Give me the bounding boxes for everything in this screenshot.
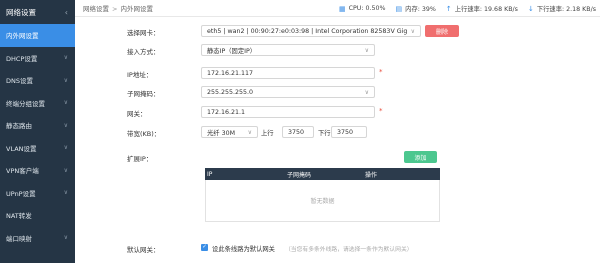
chevron-down-icon: ∨ (63, 76, 68, 84)
downstream-label: 下行 (318, 130, 331, 137)
extended-ip-table-body: 暂无数据 (205, 180, 440, 222)
download-arrow-icon: ↓ (527, 4, 534, 13)
downstream-input[interactable]: 3750 (331, 126, 367, 138)
sidebar-item-label: VPN客户端 (6, 167, 39, 176)
sidebar-title: 网络设置 (6, 7, 36, 17)
sidebar: 网络设置 ‹ 内外网设置 DHCP设置 ∨ DNS设置 ∨ 终端分组设置 ∨ 静… (0, 0, 75, 263)
cpu-icon: ▦ (338, 4, 346, 13)
gateway-input[interactable]: 172.16.21.1 (201, 106, 375, 118)
sidebar-item-wan-lan[interactable]: 内外网设置 (0, 24, 75, 47)
sidebar-item-label: VLAN设置 (6, 144, 37, 153)
access-mode-value: 静态IP（固定IP） (207, 47, 257, 55)
delete-button[interactable]: 删除 (425, 25, 459, 37)
sidebar-item-label: 终端分组设置 (6, 99, 45, 108)
bandwidth-type-select[interactable]: 光纤 30M ∨ (201, 126, 258, 138)
chevron-down-icon: ∨ (63, 189, 68, 197)
upstream-input[interactable]: 3750 (282, 126, 314, 138)
ip-label: IP地址： (127, 71, 153, 79)
wan-lan-form: 选择网卡： eth5 | wan2 | 00:90:27:e0:03:98 | … (75, 17, 600, 263)
sidebar-item-static-route[interactable]: 静态路由 ∨ (0, 114, 75, 137)
breadcrumb-separator: > (112, 5, 118, 13)
subnet-mask-value: 255.255.255.0 (207, 88, 254, 96)
sidebar-item-nat[interactable]: NAT转发 (0, 204, 75, 227)
upload-arrow-icon: ↑ (445, 4, 452, 13)
default-gateway-hint: （当您有多条外线路，请选择一条作为默认网关） (285, 247, 413, 253)
sidebar-item-vpn-client[interactable]: VPN客户端 ∨ (0, 159, 75, 182)
breadcrumb-item[interactable]: 网络设置 (83, 5, 109, 13)
sidebar-item-label: UPnP设置 (6, 189, 36, 198)
default-gateway-checkbox-label[interactable]: 设此条线路为默认网关 (212, 244, 275, 253)
top-bar: 网络设置 > 内外网设置 ▦ CPU: 0.50% ▤ 内存: 39% ↑ 上行速率… (75, 0, 600, 17)
chevron-down-icon: ∨ (63, 99, 68, 107)
ip-input[interactable]: 172.16.21.117 (201, 67, 375, 79)
collapse-chevron-icon[interactable]: ‹ (65, 8, 68, 17)
add-button[interactable]: 添加 (404, 151, 437, 163)
chevron-down-icon: ∨ (63, 234, 68, 242)
nic-select[interactable]: eth5 | wan2 | 00:90:27:e0:03:98 | Intel … (201, 25, 421, 37)
memory-text: 内存: 39% (405, 6, 436, 13)
download-text: 下行速率: 2.18 KB/s (536, 6, 596, 13)
access-mode-select[interactable]: 静态IP（固定IP） ∨ (201, 44, 375, 56)
access-mode-label: 接入方式： (127, 48, 160, 56)
column-header-ip: IP (207, 170, 213, 178)
chevron-down-icon: ∨ (63, 121, 68, 129)
system-stats: ▦ CPU: 0.50% ▤ 内存: 39% ↑ 上行速率: 19.68 KB/… (339, 0, 596, 17)
required-mark: * (379, 68, 383, 76)
sidebar-item-upnp[interactable]: UPnP设置 ∨ (0, 182, 75, 205)
sidebar-item-label: 静态路由 (6, 122, 32, 131)
sidebar-header[interactable]: 网络设置 ‹ (0, 0, 75, 24)
breadcrumb: 网络设置 > 内外网设置 (83, 3, 153, 13)
chevron-down-icon: ∨ (410, 27, 415, 35)
default-gateway-label: 默认网关： (127, 246, 160, 254)
upstream-label: 上行 (261, 130, 274, 137)
required-mark: * (379, 107, 383, 115)
subnet-mask-select[interactable]: 255.255.255.0 ∨ (201, 86, 375, 98)
default-gateway-checkbox[interactable]: ✓ (201, 244, 208, 251)
chevron-down-icon: ∨ (63, 166, 68, 174)
breadcrumb-item: 内外网设置 (120, 5, 153, 13)
sidebar-item-label: 端口映射 (6, 234, 32, 243)
empty-state-text: 暂无数据 (310, 198, 335, 205)
sidebar-item-label: DNS设置 (6, 77, 33, 86)
chevron-down-icon: ∨ (364, 88, 369, 96)
memory-stat: ▤ 内存: 39% (395, 4, 436, 14)
upload-stat: ↑ 上行速率: 19.68 KB/s (445, 4, 518, 14)
extended-ip-table-header: IP 子网掩码 操作 (205, 168, 440, 180)
download-stat: ↓ 下行速率: 2.18 KB/s (527, 4, 596, 14)
sidebar-item-port-mapping[interactable]: 端口映射 ∨ (0, 227, 75, 250)
subnet-mask-label: 子网掩码： (127, 90, 160, 98)
chevron-down-icon: ∨ (63, 144, 68, 152)
extended-ip-label: 扩展IP： (127, 155, 153, 163)
sidebar-item-vlan[interactable]: VLAN设置 ∨ (0, 137, 75, 160)
sidebar-item-label: 内外网设置 (6, 32, 39, 41)
cpu-stat: ▦ CPU: 0.50% (339, 5, 386, 13)
sidebar-item-terminal-group[interactable]: 终端分组设置 ∨ (0, 92, 75, 115)
chevron-down-icon: ∨ (247, 128, 252, 136)
sidebar-item-dns[interactable]: DNS设置 ∨ (0, 69, 75, 92)
cpu-text: CPU: 0.50% (348, 5, 386, 12)
upload-text: 上行速率: 19.68 KB/s (454, 6, 518, 13)
column-header-action: 操作 (365, 171, 378, 179)
chevron-down-icon: ∨ (63, 54, 68, 62)
sidebar-item-label: DHCP设置 (6, 54, 38, 63)
nic-label: 选择网卡： (127, 29, 160, 37)
bandwidth-type-value: 光纤 30M (207, 129, 236, 137)
memory-icon: ▤ (395, 4, 403, 13)
column-header-mask: 子网掩码 (287, 171, 312, 179)
sidebar-item-label: NAT转发 (6, 212, 32, 221)
bandwidth-label: 带宽(KB)： (127, 130, 161, 138)
chevron-down-icon: ∨ (364, 46, 369, 54)
sidebar-item-dhcp[interactable]: DHCP设置 ∨ (0, 47, 75, 70)
nic-value: eth5 | wan2 | 00:90:27:e0:03:98 | Intel … (207, 27, 407, 35)
app-window: 网络设置 ‹ 内外网设置 DHCP设置 ∨ DNS设置 ∨ 终端分组设置 ∨ 静… (0, 0, 600, 263)
gateway-label: 网关： (127, 110, 147, 118)
